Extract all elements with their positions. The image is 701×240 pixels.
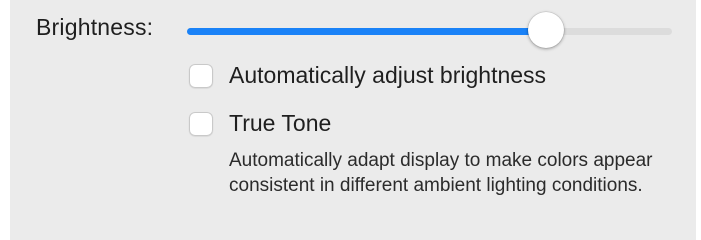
true-tone-label[interactable]: True Tone	[229, 110, 331, 137]
brightness-slider-fill	[187, 28, 546, 35]
true-tone-description: Automatically adapt display to make colo…	[229, 150, 653, 196]
brightness-slider[interactable]	[187, 12, 672, 48]
auto-brightness-checkbox[interactable]	[189, 63, 213, 88]
true-tone-checkbox[interactable]	[189, 111, 213, 136]
true-tone-option[interactable]: True Tone	[189, 110, 331, 137]
auto-brightness-label[interactable]: Automatically adjust brightness	[229, 62, 546, 89]
auto-brightness-option[interactable]: Automatically adjust brightness	[189, 62, 546, 89]
brightness-label: Brightness:	[36, 14, 154, 40]
brightness-slider-thumb[interactable]	[527, 12, 564, 48]
